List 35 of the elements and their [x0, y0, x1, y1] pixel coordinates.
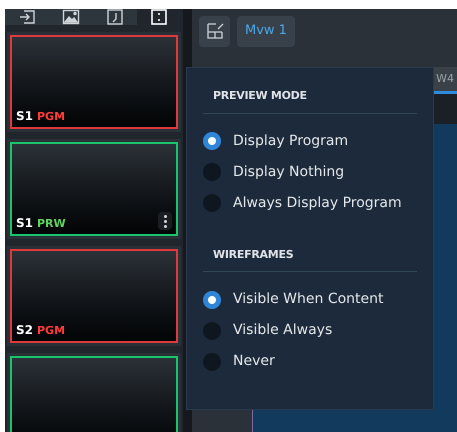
source-label: S1: [16, 108, 33, 124]
source-label: S2: [16, 322, 33, 338]
status-tag: PRW: [37, 216, 66, 232]
radio-option[interactable]: Never: [203, 346, 417, 377]
radio-option[interactable]: Display Nothing: [203, 156, 417, 188]
source-label: S1: [16, 214, 33, 232]
layout-edit-button[interactable]: [199, 16, 230, 46]
grid-edit-icon: [206, 22, 224, 40]
radio-button[interactable]: [203, 163, 221, 181]
preview-tile[interactable]: S1 PRW: [10, 142, 178, 236]
status-tag: PGM: [37, 322, 66, 339]
radio-option[interactable]: Always Display Program: [203, 188, 417, 218]
layout-icon: [150, 9, 168, 25]
preview-tile[interactable]: [10, 356, 178, 432]
radio-button[interactable]: [203, 194, 221, 212]
clock-icon: [106, 9, 124, 25]
radio-button[interactable]: [203, 290, 221, 308]
multiview-tab[interactable]: Mvw 1: [237, 16, 295, 46]
sidebar-tab[interactable]: [93, 9, 137, 25]
preview-tile[interactable]: S1 PGM: [10, 35, 178, 129]
radio-option[interactable]: Display Program: [203, 126, 417, 156]
radio-button[interactable]: [203, 132, 221, 150]
input-icon: [18, 9, 36, 25]
radio-option[interactable]: Visible Always: [203, 315, 417, 346]
section-heading: PREVIEW MODE: [203, 88, 417, 114]
view-tab[interactable]: W4: [433, 67, 457, 91]
preview-tile[interactable]: S2 PGM: [10, 249, 178, 343]
sidebar-tab[interactable]: [5, 9, 49, 25]
radio-option[interactable]: Visible When Content: [203, 284, 417, 315]
section-heading: WIREFRAMES: [203, 246, 417, 272]
image-icon: [62, 9, 80, 25]
more-button[interactable]: [158, 212, 172, 230]
status-tag: PGM: [37, 108, 66, 125]
radio-button[interactable]: [203, 322, 221, 340]
radio-button[interactable]: [203, 352, 221, 370]
